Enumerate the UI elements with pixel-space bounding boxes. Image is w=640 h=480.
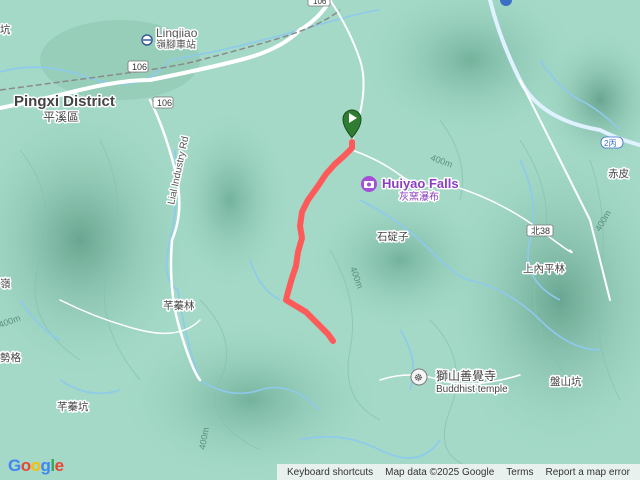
road-shield-2: 2丙	[600, 136, 624, 149]
road-shield-106-b: 106	[152, 96, 174, 109]
huiyao-falls-label: Huiyao Falls	[382, 176, 459, 191]
google-logo: Google	[8, 456, 64, 475]
report-error-link[interactable]: Report a map error	[540, 467, 636, 478]
chipi-label: 赤皮	[608, 167, 629, 180]
svg-text:☸: ☸	[414, 373, 423, 384]
road-shield-bei38: 北38	[526, 224, 554, 237]
svg-text:106: 106	[157, 98, 172, 108]
road-shield-106-a: 106	[127, 60, 149, 73]
shige-label: 勢格	[0, 351, 21, 364]
huiyao-falls-zh-label: 灰窯瀑布	[399, 190, 439, 203]
keng-label: 坑	[0, 23, 11, 36]
lingjiao-label: Lingjiao	[156, 26, 198, 40]
map-canvas[interactable]: 400m 400m 400m 400m 400m Huiyao Falls 灰窯…	[0, 0, 640, 480]
temple-en-label: Buddhist temple	[436, 384, 508, 395]
svg-text:2丙: 2丙	[604, 139, 616, 148]
qinglinlin-label: 芊蓁林	[163, 299, 195, 312]
shidingzi-label: 石碇子	[377, 230, 409, 243]
ling-label: 嶺	[0, 278, 11, 290]
shangneipinglin-label: 上內平林	[523, 262, 565, 275]
map-attribution-bar: Keyboard shortcuts Map data ©2025 Google…	[276, 464, 640, 480]
svg-text:北38: 北38	[531, 226, 550, 236]
svg-text:106: 106	[313, 0, 327, 6]
qinglinkeng-label: 芊蓁坑	[57, 400, 89, 413]
lingjiao-zh-label: 嶺腳車站	[156, 38, 196, 51]
svg-text:106: 106	[132, 62, 147, 72]
temple-zh-label: 獅山善覺寺	[436, 368, 496, 383]
pingxi-district-zh-label: 平溪區	[43, 110, 79, 124]
panshankeng-label: 盤山坑	[550, 375, 582, 388]
pingxi-district-label: Pingxi District	[14, 93, 115, 110]
map-data-text: Map data ©2025 Google	[385, 466, 495, 478]
terms-link[interactable]: Terms	[500, 467, 539, 478]
keyboard-shortcuts-link[interactable]: Keyboard shortcuts	[281, 467, 379, 478]
road-shield-106-top: 106	[307, 0, 331, 7]
